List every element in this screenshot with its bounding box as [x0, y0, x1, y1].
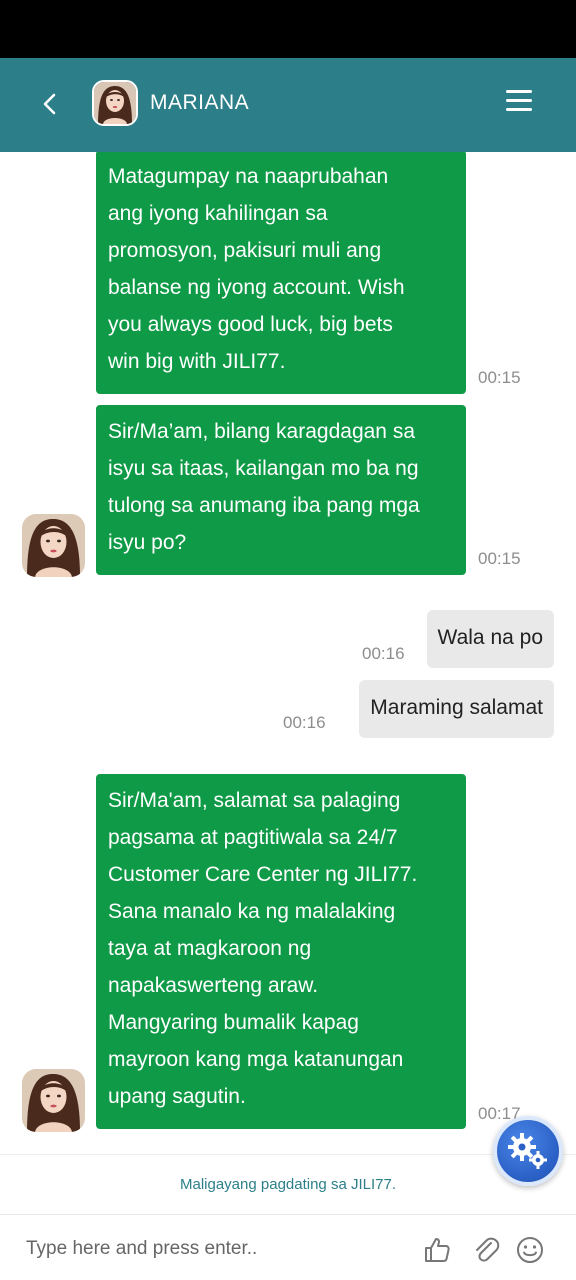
user-message-bubble: Wala na po — [426, 610, 554, 668]
message-time: 00:16 — [283, 713, 326, 732]
message-list[interactable]: Matagumpay na naaprubahan ang iyong kahi… — [0, 152, 576, 1152]
emoji-button[interactable] — [515, 1235, 545, 1265]
status-bar — [0, 0, 576, 58]
agent-message-bubble: Sir/Ma'am, salamat sa palaging pagsama a… — [96, 774, 466, 1129]
hamburger-menu-icon — [506, 90, 538, 111]
attach-button[interactable] — [471, 1235, 501, 1265]
paperclip-icon — [476, 1237, 500, 1262]
header-avatar[interactable] — [92, 80, 138, 126]
menu-button[interactable] — [506, 90, 538, 118]
settings-fab-button[interactable] — [493, 1116, 563, 1186]
thumbs-up-icon — [425, 1238, 450, 1262]
like-button[interactable] — [422, 1235, 452, 1265]
chevron-left-icon — [43, 93, 56, 115]
chat-header: MARIANA — [0, 58, 576, 152]
gears-icon — [508, 1133, 547, 1169]
agent-avatar — [22, 514, 85, 577]
agent-message-bubble: Sir/Ma’am, bilang karagdagan sa isyu sa … — [96, 405, 466, 575]
welcome-message: Maligayang pagdating sa JILI77. — [0, 1154, 576, 1214]
message-time: 00:15 — [478, 368, 521, 387]
message-time: 00:16 — [362, 644, 405, 663]
message-composer — [0, 1214, 576, 1280]
agent-avatar — [22, 1069, 85, 1132]
contact-name: MARIANA — [150, 91, 250, 114]
user-message-bubble: Maraming salamat — [359, 680, 554, 738]
back-button[interactable] — [34, 88, 66, 120]
message-time: 00:15 — [478, 549, 521, 568]
smiley-icon — [517, 1237, 543, 1263]
message-input[interactable] — [14, 1229, 394, 1269]
agent-message-bubble: Matagumpay na naaprubahan ang iyong kahi… — [96, 152, 466, 394]
